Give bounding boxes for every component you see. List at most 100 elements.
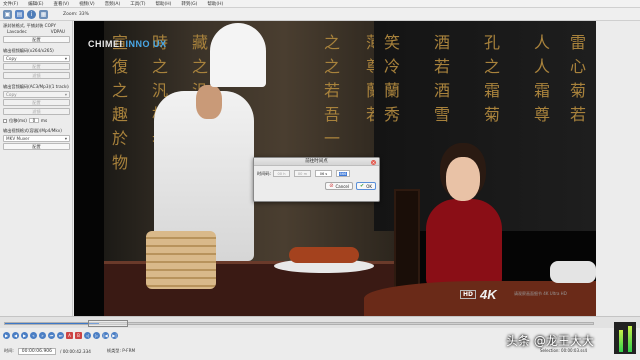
ok-label: OK [366,183,372,189]
marker-a-icon[interactable]: A [66,331,73,339]
prev-keyframe-icon[interactable]: ⏮ [48,331,55,339]
container-select[interactable]: MKV Muxer ▾ [3,135,70,142]
lavcodec-label: Lavcodec [7,29,27,34]
chimei-logo: CHIMEI INNO UX [88,39,167,49]
chair [394,189,420,289]
dialog-title: 前往时间点 [305,159,328,164]
toolbar: ▣ ▤ i ▦ Zoom: 33% [0,8,640,21]
audio-shift-checkbox[interactable] [3,118,7,123]
forward-icon[interactable]: ▶ [21,331,28,339]
save-button[interactable]: ▤ [15,9,24,19]
chevron-down-icon: ▾ [64,136,67,141]
audio-filter-button[interactable]: 滤镜 [3,108,70,115]
total-time: / 00:00:42.334 [60,348,91,354]
watermark: 头条 @龙王大大 [506,334,594,348]
timecode-row: 时间码: 00 h 00 m 06 s 666 [254,166,379,177]
woman-head [446,157,480,201]
timecode-label: 时间码: [257,170,271,176]
menu-view[interactable]: 查看(V) [53,1,69,7]
audio-shift-input[interactable]: 0 [28,118,39,123]
teapots [550,261,596,283]
menu-help-2[interactable]: 帮助(H) [207,1,223,7]
last-frame-icon[interactable]: ▶| [111,331,118,339]
menu-tools[interactable]: 工具(T) [130,1,145,7]
prev-frame-icon[interactable]: « [30,331,37,339]
audio-codec-select[interactable]: Copy ▾ [3,91,70,98]
roast-duck [289,247,359,263]
right-strip [596,21,640,316]
open-file-button[interactable]: ▣ [3,9,12,19]
timeline[interactable] [0,316,640,328]
ok-button[interactable]: ✔ OK [356,182,376,190]
menu-file[interactable]: 文件(F) [3,1,18,7]
menu-audio[interactable]: 音频(A) [105,1,121,7]
play-icon[interactable]: ▶ [3,331,10,339]
audio-shift-unit: ms [40,118,48,123]
menu-help[interactable]: 帮助(H) [156,1,172,7]
prev-black-icon[interactable]: ◁ [84,331,91,339]
video-config-button[interactable]: 配置 [3,63,70,70]
marker-b-icon[interactable]: B [75,331,82,339]
audio-output-label: 输出音频编码(AC3/Mp3)(1 track(s)) [3,84,69,89]
menu-bar: 文件(F) 编辑(E) 查看(V) 视频(V) 音频(A) 工具(T) 帮助(H… [0,0,640,8]
video-codec-value: Copy [6,56,17,61]
close-icon[interactable]: × [371,159,376,165]
cancel-label: Cancel [335,183,350,189]
seconds-input[interactable]: 06 s [314,170,332,177]
timeline-selection[interactable] [88,320,128,327]
hd-badge: HD [460,290,477,299]
milliseconds-input[interactable]: 666 [335,170,350,177]
decoder-options: Lavcodec VDPAU [3,29,69,35]
container-label: 输出视频格式(容器)(Mp4/Mkv) [3,128,62,133]
video-filter-button[interactable]: 滤镜 [3,72,70,79]
settings-button[interactable]: ▦ [39,9,48,19]
video-codec-select[interactable]: Copy ▾ [3,55,70,62]
menu-goto[interactable]: 转到(G) [181,1,197,7]
4k-badge: HD 4K [460,287,497,302]
container-value: MKV Muxer [6,136,30,141]
meter-bar-left [618,330,623,352]
audio-config-button[interactable]: 配置 [3,99,70,106]
info-icon[interactable]: i [27,9,36,19]
vdpau-label: VDPAU [50,29,65,34]
logo-accent: INNO UX [125,39,167,49]
chef-head [196,85,222,119]
video-output-label: 输出视频编码(x264/x265) [3,48,54,53]
logo-text: CHIMEI [88,39,123,49]
cancel-icon: ⊘ [329,183,334,189]
dialog-titlebar: 前往时间点 × [254,158,379,166]
app-window: 文件(F) 编辑(E) 查看(V) 视频(V) 音频(A) 工具(T) 帮助(H… [0,0,640,360]
4k-label: 4K [480,287,497,302]
chevron-down-icon: ▾ [64,92,67,97]
next-frame-icon[interactable]: » [39,331,46,339]
zoom-label: Zoom: 33% [63,11,89,17]
goto-time-dialog: 前往时间点 × 时间码: 00 h 00 m 06 s 666 ⊘ Cancel… [253,157,380,202]
next-black-icon[interactable]: ▷ [93,331,100,339]
container-config-button[interactable]: 配置 [3,143,70,150]
hours-input[interactable]: 00 h [272,170,290,177]
time-label: 时间: [4,348,14,353]
next-keyframe-icon[interactable]: ⏭ [57,331,64,339]
frame-type: 帧类型: P-FRM [106,348,136,353]
decoder-config-button[interactable]: 配置 [3,36,70,43]
check-icon: ✔ [360,183,365,189]
timeline-progress [5,323,100,324]
cancel-button[interactable]: ⊘ Cancel [325,182,354,190]
woman-figure [426,199,502,289]
audio-shift-row: 位移(ms) 0 ms [3,117,69,124]
chevron-down-icon: ▾ [64,56,67,61]
menu-edit[interactable]: 编辑(E) [28,1,43,7]
meter-bar-right [627,326,632,352]
minutes-input[interactable]: 00 m [293,170,311,177]
audio-codec-value: Copy [6,92,17,97]
bamboo-steamer [146,231,216,289]
current-time-field[interactable]: 00:00:06.906 [17,347,57,355]
dialog-buttons: ⊘ Cancel ✔ OK [254,177,379,190]
menu-video[interactable]: 视频(V) [79,1,95,7]
milliseconds-value: 666 [338,171,348,176]
first-frame-icon[interactable]: |◀ [102,331,109,339]
video-caption: 请观察画面细节 4K Ultra HD [514,291,567,296]
audio-meter [614,322,636,354]
left-panel: 源封装格式, 平铺封装 COPY Lavcodec VDPAU 配置 输出视频编… [0,21,73,316]
rewind-icon[interactable]: ◀ [12,331,19,339]
